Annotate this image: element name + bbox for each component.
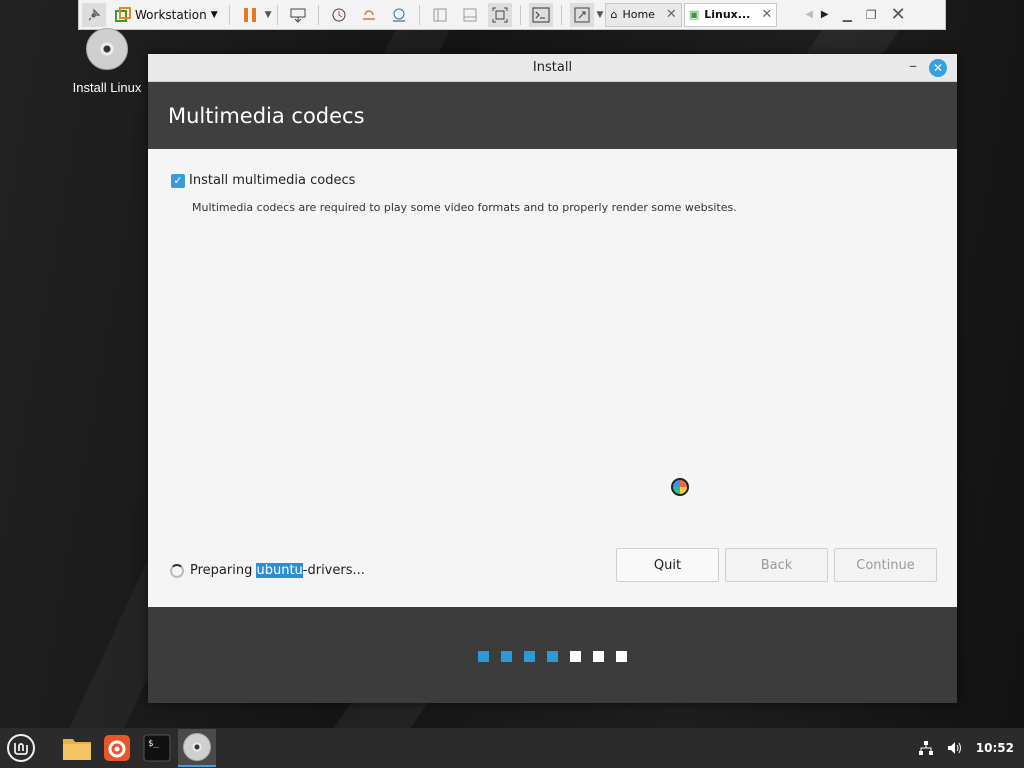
terminal-icon: $_ <box>143 734 171 762</box>
disc-icon <box>183 733 211 761</box>
installer-taskbar-button[interactable] <box>178 729 216 767</box>
snapshot-manager-button[interactable] <box>387 3 411 27</box>
scroll-right-icon[interactable]: ▶ <box>821 9 829 20</box>
progress-dot <box>478 651 489 662</box>
clock[interactable]: 10:52 <box>976 741 1014 755</box>
library-view-button[interactable] <box>428 3 452 27</box>
codecs-description: Multimedia codecs are required to play s… <box>192 201 737 214</box>
status-prefix: Preparing <box>190 563 257 578</box>
checkbox-checked-icon[interactable]: ✓ <box>171 173 185 188</box>
chevron-down-icon: ▼ <box>210 9 218 20</box>
toolbar-separator <box>276 4 278 25</box>
pin-icon[interactable] <box>82 2 106 27</box>
tab-home-label: Home <box>622 8 655 21</box>
send-keys-button[interactable] <box>286 3 310 27</box>
desktop-icon-label: Install Linux <box>72 80 142 95</box>
status-suffix: -drivers... <box>302 563 365 578</box>
close-icon[interactable]: ✕ <box>929 59 947 77</box>
toolbar-separator <box>317 4 319 25</box>
busy-cursor-icon <box>671 478 689 496</box>
minimize-icon[interactable]: – <box>909 56 917 75</box>
window-title: Install <box>532 60 573 75</box>
workstation-label: Workstation <box>135 7 207 22</box>
progress-dot <box>501 651 512 662</box>
system-tray: 10:52 <box>918 740 1024 756</box>
progress-dot <box>593 651 604 662</box>
status-highlight: ubuntu <box>256 563 303 578</box>
progress-footer <box>148 607 957 703</box>
svg-text:$_: $_ <box>148 739 159 749</box>
close-icon[interactable]: ✕ <box>761 7 772 22</box>
vmware-toolbar: Workstation ▼ ▼ ▼ ⌂ Home ✕ ▣ Linux... ✕ … <box>78 0 946 30</box>
spinner-icon <box>170 563 184 578</box>
snapshot-button[interactable] <box>327 3 351 27</box>
disc-icon <box>86 28 128 70</box>
page-title: Multimedia codecs <box>148 82 957 149</box>
pause-icon <box>243 7 256 22</box>
toolbar-separator <box>418 4 420 25</box>
fit-icon <box>492 7 508 22</box>
content-area: ✓ Install multimedia codecs Multimedia c… <box>148 149 957 607</box>
thumbnail-view-button[interactable] <box>458 3 482 27</box>
network-icon[interactable] <box>918 740 934 756</box>
window-titlebar[interactable]: Install – ✕ <box>148 54 957 82</box>
quit-button[interactable]: Quit <box>616 548 719 582</box>
progress-dot <box>616 651 627 662</box>
progress-dot <box>570 651 581 662</box>
revert-snapshot-button[interactable] <box>357 3 381 27</box>
scroll-left-icon[interactable]: ◀ <box>805 9 813 20</box>
minimize-icon[interactable]: ▁ <box>843 8 852 22</box>
vm-icon: ▣ <box>688 8 700 21</box>
codecs-checkbox-label[interactable]: Install multimedia codecs <box>189 173 355 188</box>
restore-icon[interactable]: ❐ <box>866 8 877 22</box>
close-icon[interactable]: ✕ <box>666 7 677 22</box>
status-message: Preparing ubuntu-drivers... <box>170 563 365 578</box>
thumbnail-icon <box>463 8 477 21</box>
mint-menu-icon <box>7 734 35 762</box>
toolbar-separator <box>228 4 230 25</box>
console-button[interactable] <box>528 2 553 27</box>
pause-button[interactable] <box>238 3 262 27</box>
tab-home[interactable]: ⌂ Home ✕ <box>605 2 682 27</box>
codecs-checkbox-row[interactable]: ✓ Install multimedia codecs <box>171 173 355 188</box>
taskbar: $_ 10:52 <box>0 728 1024 768</box>
toolbar-separator <box>519 4 521 25</box>
terminal-icon <box>532 7 550 22</box>
snapshot-icon <box>332 8 346 21</box>
close-window-icon[interactable]: ✕ <box>891 4 906 25</box>
fit-guest-button[interactable] <box>487 2 512 27</box>
desktop-icon-install-linux[interactable]: Install Linux <box>64 28 150 95</box>
tab-linux-label: Linux... <box>704 8 751 21</box>
toolbar-separator <box>560 4 562 25</box>
chevron-down-icon[interactable]: ▼ <box>265 10 272 20</box>
vmware-logo-icon <box>115 6 131 22</box>
chevron-down-icon[interactable]: ▼ <box>597 10 604 20</box>
files-button[interactable] <box>58 729 96 767</box>
fullscreen-button[interactable] <box>569 2 594 27</box>
installer-window: Install – ✕ Multimedia codecs ✓ Install … <box>148 54 957 703</box>
send-keys-icon <box>290 8 306 23</box>
workstation-menu[interactable]: Workstation ▼ <box>109 6 224 23</box>
back-button[interactable]: Back <box>725 548 828 582</box>
terminal-button[interactable]: $_ <box>138 729 176 767</box>
tab-linux[interactable]: ▣ Linux... ✕ <box>683 2 778 27</box>
snapshot-manager-icon <box>392 8 405 21</box>
progress-dot <box>524 651 535 662</box>
fullscreen-icon <box>574 7 590 22</box>
progress-dot <box>547 651 558 662</box>
volume-icon[interactable] <box>946 740 964 756</box>
revert-snapshot-icon <box>362 9 375 20</box>
files-icon <box>63 739 91 760</box>
home-icon: ⌂ <box>610 8 618 21</box>
firefox-icon <box>104 735 130 761</box>
progress-dots <box>478 651 627 662</box>
continue-button[interactable]: Continue <box>834 548 937 582</box>
mint-menu-button[interactable] <box>2 729 40 767</box>
sidebar-icon <box>433 8 447 21</box>
firefox-button[interactable] <box>98 729 136 767</box>
